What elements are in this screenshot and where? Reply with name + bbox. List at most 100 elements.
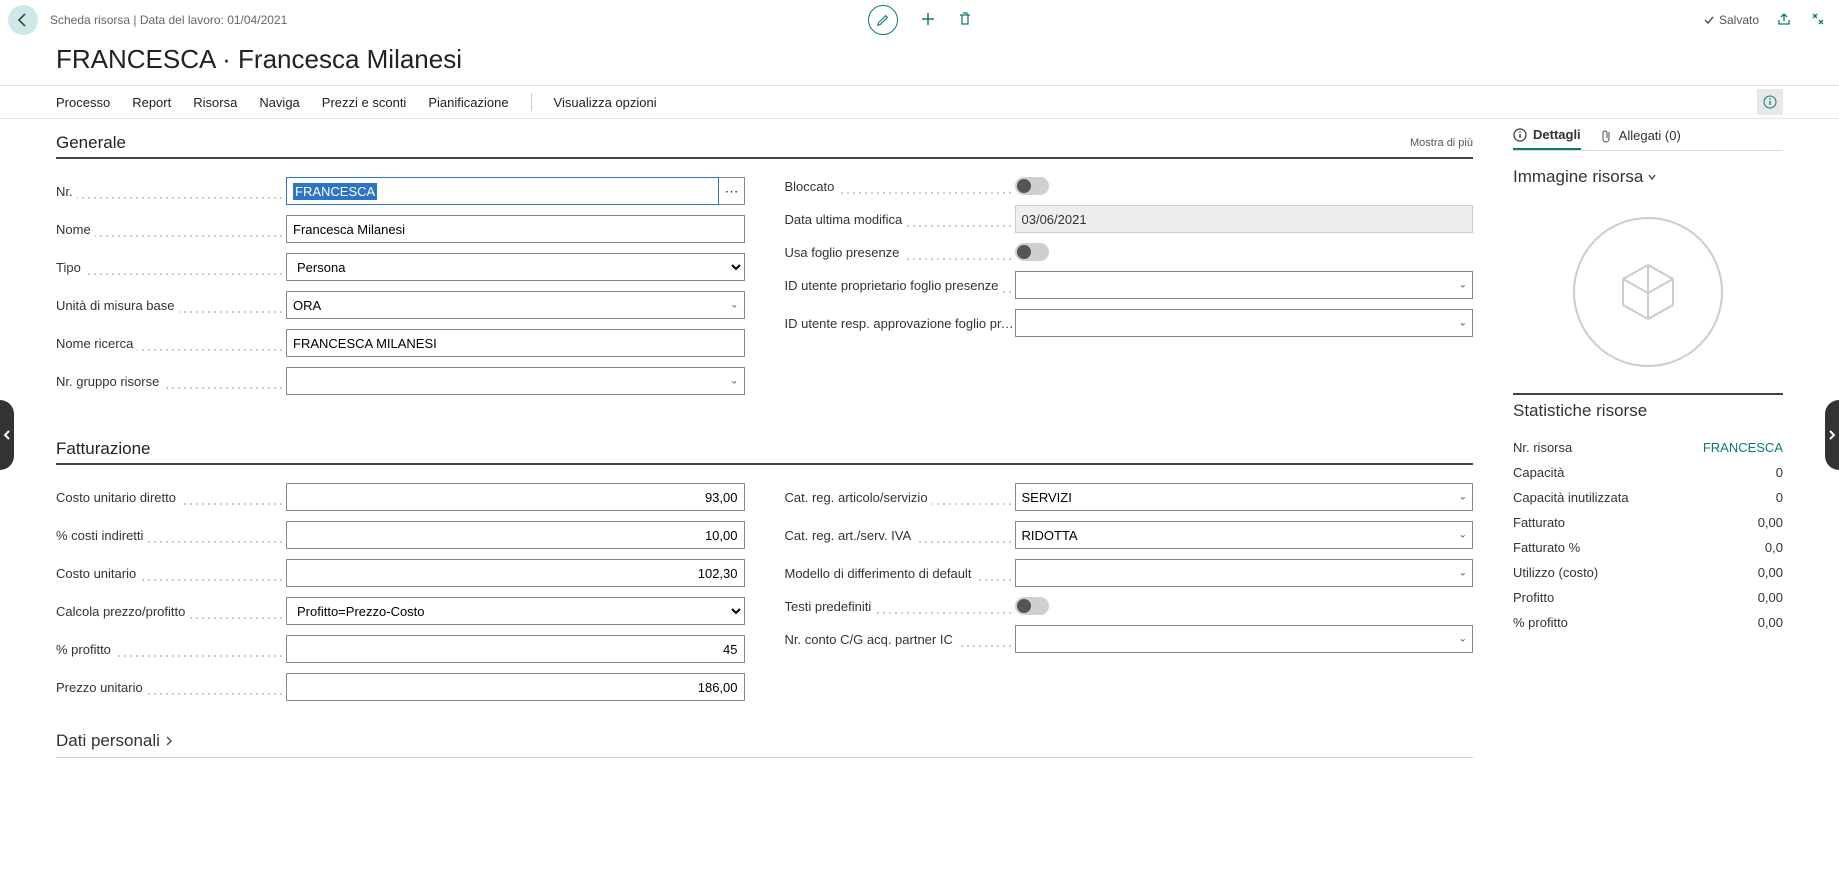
stat-profitto-pct-label: % profitto [1513,615,1568,630]
cat-iva-input[interactable] [1015,521,1474,549]
stat-utilizzo-label: Utilizzo (costo) [1513,565,1598,580]
label-um: Unità di misura base [56,298,286,313]
stat-profitto-value: 0,00 [1758,590,1783,605]
bloccato-toggle[interactable] [1015,177,1049,195]
breadcrumb: Scheda risorsa | Data del lavoro: 01/04/… [50,13,287,27]
label-testi: Testi predefiniti [785,599,1015,614]
label-diff: Modello di differimento di default [785,566,1015,581]
nav-risorsa[interactable]: Risorsa [193,95,237,110]
nav-separator [531,93,532,111]
page-title: FRANCESCA · Francesca Milanesi [0,40,1839,85]
delete-button[interactable] [958,11,972,30]
show-more-button[interactable]: Mostra di più [1410,137,1473,149]
label-id-resp: ID utente resp. approvazione foglio pr..… [785,316,1015,331]
section-dati-personali-title: Dati personali [56,731,160,751]
label-id-prop: ID utente proprietario foglio presenze [785,278,1015,293]
pencil-icon [876,13,890,27]
edge-nav-left[interactable] [0,400,14,470]
calc-select[interactable]: Profitto=Prezzo-Costo [286,597,745,625]
nav-report[interactable]: Report [132,95,171,110]
diff-input[interactable] [1015,559,1474,587]
id-prop-input[interactable] [1015,271,1474,299]
label-prezzo: Prezzo unitario [56,680,286,695]
stat-capacita-value: 0 [1776,465,1783,480]
costo-unit-input[interactable] [286,559,745,587]
stat-nr-value[interactable]: FRANCESCA [1703,440,1783,455]
share-button[interactable] [1777,12,1793,29]
label-profitto: % profitto [56,642,286,657]
attachment-icon [1601,129,1613,143]
costi-ind-input[interactable] [286,521,745,549]
arrow-left-icon [15,12,31,28]
section-generale-header: Generale Mostra di più [56,119,1473,159]
info-button[interactable] [1757,89,1783,115]
conto-input[interactable] [1015,625,1474,653]
chevron-left-icon [2,430,12,440]
chevron-right-icon [1827,430,1837,440]
profitto-input[interactable] [286,635,745,663]
label-costo-diretto: Costo unitario diretto [56,490,286,505]
stat-cap-inut-value: 0 [1776,490,1783,505]
testi-toggle[interactable] [1015,597,1049,615]
um-input[interactable] [286,291,745,319]
label-nr: Nr. [56,184,286,199]
share-icon [1777,12,1793,26]
edge-nav-right[interactable] [1825,400,1839,470]
label-costo-unit: Costo unitario [56,566,286,581]
edit-button[interactable] [868,5,898,35]
nav-processo[interactable]: Processo [56,95,110,110]
tipo-select[interactable]: Persona [286,253,745,281]
label-cat-serv: Cat. reg. articolo/servizio [785,490,1015,505]
label-tipo: Tipo [56,260,286,275]
immagine-title[interactable]: Immagine risorsa [1513,151,1783,191]
id-resp-input[interactable] [1015,309,1474,337]
stat-title: Statistiche risorse [1513,401,1783,435]
nav-visualizza[interactable]: Visualizza opzioni [554,95,657,110]
stat-fatturato-label: Fatturato [1513,515,1565,530]
label-nome: Nome [56,222,286,237]
stat-capacita-label: Capacità [1513,465,1564,480]
back-button[interactable] [8,5,38,35]
foglio-toggle[interactable] [1015,243,1049,261]
stat-utilizzo-value: 0,00 [1758,565,1783,580]
saved-indicator: Salvato [1703,13,1759,27]
label-costi-ind: % costi indiretti [56,528,286,543]
trash-icon [958,11,972,27]
check-icon [1703,14,1715,26]
label-foglio: Usa foglio presenze [785,245,1015,260]
stat-cap-inut-label: Capacità inutilizzata [1513,490,1629,505]
stat-profitto-pct-value: 0,00 [1758,615,1783,630]
label-conto: Nr. conto C/G acq. partner IC [785,632,1015,647]
nav-pianificazione[interactable]: Pianificazione [428,95,508,110]
stat-fatturato-pct-value: 0,0 [1765,540,1783,555]
prezzo-input[interactable] [286,673,745,701]
tab-allegati[interactable]: Allegati (0) [1601,127,1681,150]
new-button[interactable] [920,11,936,30]
collapse-icon [1811,12,1825,26]
action-bar: Processo Report Risorsa Naviga Prezzi e … [0,85,1839,119]
label-calc: Calcola prezzo/profitto [56,604,286,619]
section-dati-personali-header[interactable]: Dati personali [56,701,1473,758]
cube-icon [1613,257,1683,327]
data-mod-value: 03/06/2021 [1015,205,1474,233]
section-generale-title: Generale [56,133,126,153]
nome-input[interactable] [286,215,745,243]
nr-lookup-button[interactable]: ⋯ [719,177,745,205]
gruppo-input[interactable] [286,367,745,395]
chevron-right-icon [164,736,174,746]
nr-input[interactable]: FRANCESCA [286,177,719,205]
stat-fatturato-pct-label: Fatturato % [1513,540,1580,555]
cat-serv-input[interactable] [1015,483,1474,511]
nav-prezzi[interactable]: Prezzi e sconti [322,95,407,110]
label-bloccato: Bloccato [785,179,1015,194]
image-placeholder[interactable] [1573,217,1723,367]
label-cat-iva: Cat. reg. art./serv. IVA [785,528,1015,543]
nome-ricerca-input[interactable] [286,329,745,357]
collapse-button[interactable] [1811,12,1825,29]
costo-diretto-input[interactable] [286,483,745,511]
label-data-mod: Data ultima modifica [785,212,1015,227]
stat-profitto-label: Profitto [1513,590,1554,605]
section-fatturazione-header: Fatturazione [56,425,1473,465]
nav-naviga[interactable]: Naviga [259,95,299,110]
tab-dettagli[interactable]: Dettagli [1513,127,1581,150]
